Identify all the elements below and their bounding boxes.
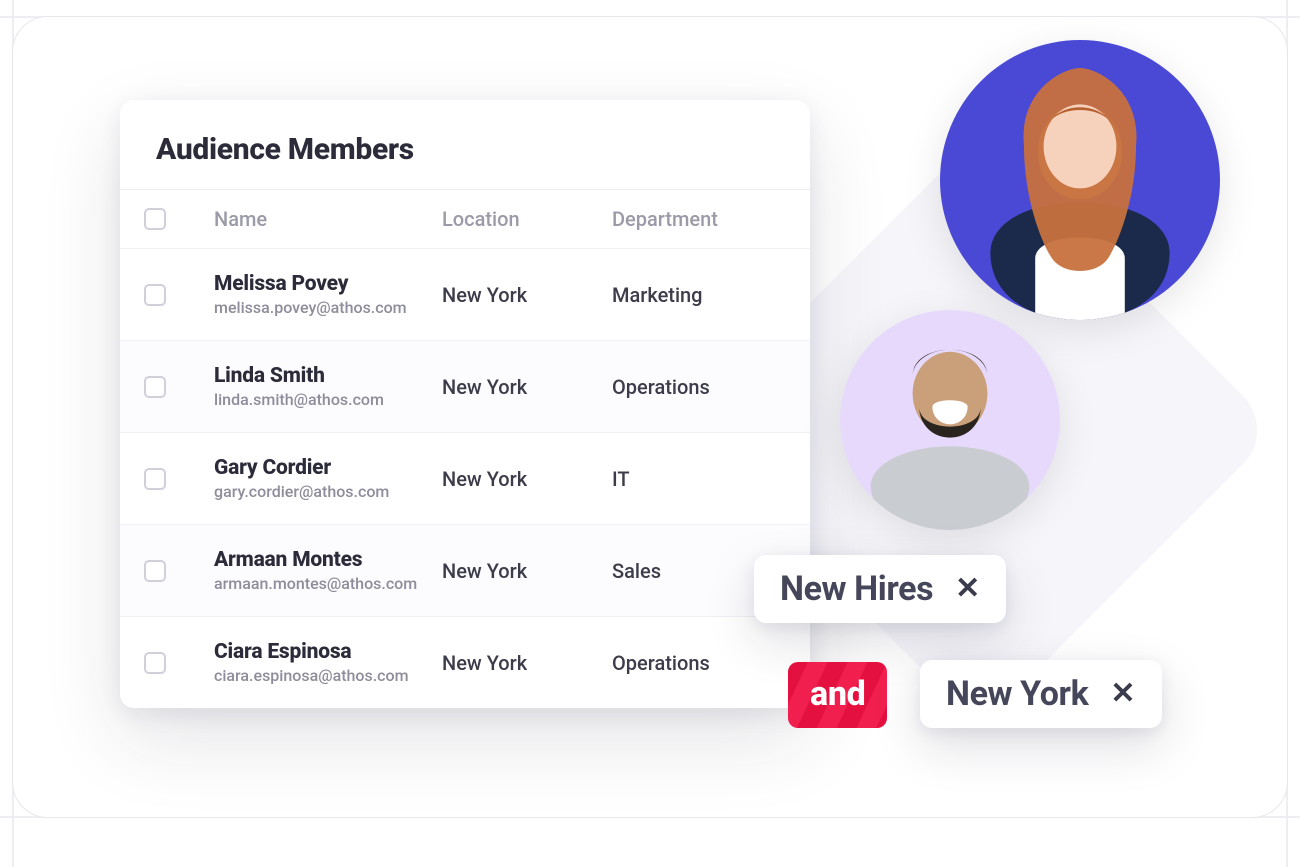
member-location: New York [442,375,612,399]
member-email: ciara.espinosa@athos.com [214,666,442,685]
member-location: New York [442,559,612,583]
member-name: Melissa Povey [214,272,442,296]
table-row[interactable]: Gary Cordier gary.cordier@athos.comNew Yo… [120,432,810,524]
table-row[interactable]: Armaan Montes armaan.montes@athos.comNew … [120,524,810,616]
table-header-row: Name Location Department [120,190,810,248]
table-row[interactable]: Ciara Espinosa ciara.espinosa@athos.comNe… [120,616,810,708]
member-name: Armaan Montes [214,548,442,572]
row-checkbox[interactable] [144,376,166,398]
member-email: armaan.montes@athos.com [214,574,442,593]
member-name: Gary Cordier [214,456,442,480]
member-email: melissa.povey@athos.com [214,298,442,317]
table-row[interactable]: Melissa Povey melissa.povey@athos.comNew … [120,248,810,340]
close-icon[interactable]: ✕ [1110,679,1135,709]
filter-chip-label: New Hires [780,569,933,609]
card-title: Audience Members [120,128,810,190]
person-icon [840,310,1060,530]
filter-operator: and [788,662,887,728]
column-header-name: Name [214,207,442,231]
close-icon[interactable]: ✕ [955,574,980,604]
filter-chip-label: New York [946,674,1088,714]
member-email: gary.cordier@athos.com [214,482,442,501]
member-email: linda.smith@athos.com [214,390,442,409]
select-all-checkbox[interactable] [144,208,166,230]
member-department: IT [612,467,782,491]
member-department: Operations [612,375,782,399]
member-name: Linda Smith [214,364,442,388]
member-location: New York [442,283,612,307]
member-name: Ciara Espinosa [214,640,442,664]
member-location: New York [442,651,612,675]
row-checkbox[interactable] [144,652,166,674]
avatar [840,310,1060,530]
column-header-department: Department [612,207,782,231]
members-table: Name Location Department Melissa Povey me… [120,190,810,708]
filter-chip[interactable]: New Hires ✕ [754,555,1006,623]
member-location: New York [442,467,612,491]
avatar [940,40,1220,320]
row-checkbox[interactable] [144,284,166,306]
column-header-location: Location [442,207,612,231]
person-icon [940,40,1220,320]
filter-chip[interactable]: New York ✕ [920,660,1162,728]
table-row[interactable]: Linda Smith linda.smith@athos.comNew York… [120,340,810,432]
audience-members-card: Audience Members Name Location Departmen… [120,100,810,708]
member-department: Operations [612,651,782,675]
member-department: Marketing [612,283,782,307]
row-checkbox[interactable] [144,468,166,490]
row-checkbox[interactable] [144,560,166,582]
